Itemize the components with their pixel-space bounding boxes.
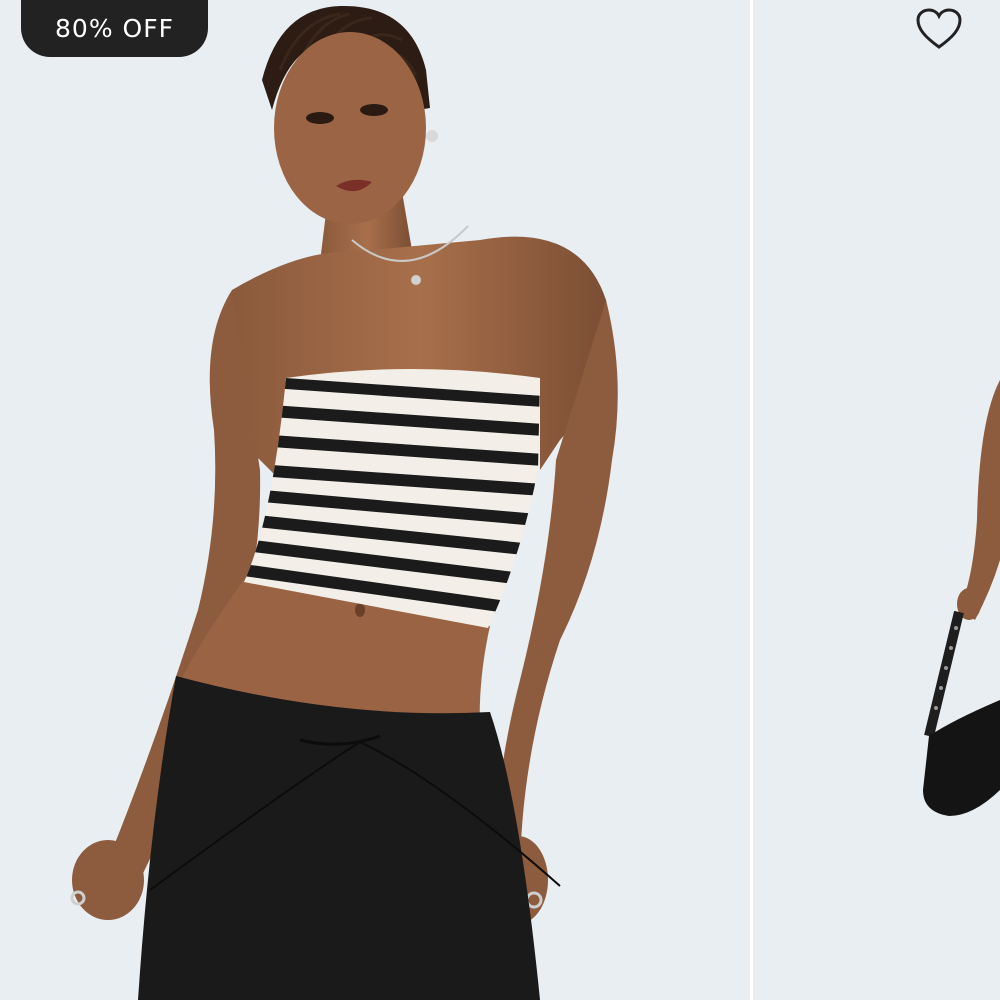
heart-outline-icon [916, 8, 962, 49]
model-striped-tube-top-photo [70, 5, 618, 1000]
product-image-current[interactable] [0, 0, 750, 1000]
model-black-shoulder-bag-photo [923, 380, 1000, 816]
product-image-next[interactable] [753, 0, 1000, 1000]
discount-badge-label: 80% OFF [55, 14, 174, 43]
discount-badge: 80% OFF [21, 0, 208, 57]
favorite-button[interactable] [905, 0, 973, 58]
product-image-gallery[interactable]: 80% OFF [0, 0, 1000, 1000]
